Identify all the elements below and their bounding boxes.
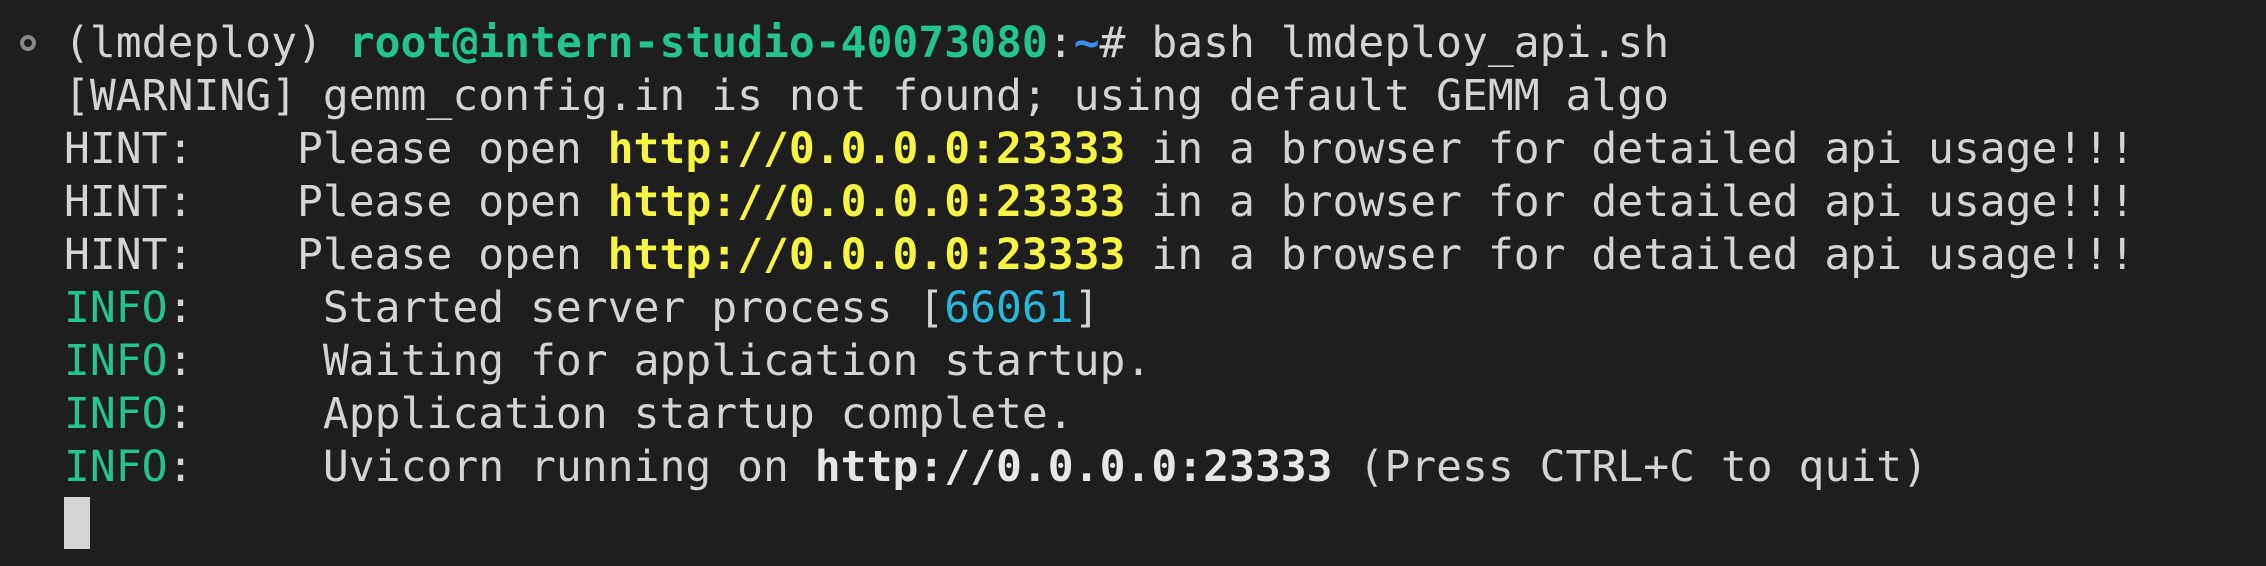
info-sep: :	[167, 283, 323, 333]
user-host: root@intern-studio-40073080	[348, 18, 1048, 68]
info-sep: :	[167, 442, 323, 492]
hint-url-link[interactable]: http://0.0.0.0:23333	[608, 124, 1126, 174]
hint-url-link[interactable]: http://0.0.0.0:23333	[608, 230, 1126, 280]
command-text: bash lmdeploy_api.sh	[1151, 18, 1670, 68]
prompt-colon: :	[1047, 18, 1074, 68]
conda-env: (lmdeploy)	[64, 18, 349, 68]
hint-line: HINT: Please open http://0.0.0.0:23333 i…	[64, 229, 2135, 282]
info-text-after: (Press CTRL+C to quit)	[1332, 442, 1928, 492]
info-label: INFO	[64, 442, 168, 492]
hint-url-link[interactable]: http://0.0.0.0:23333	[608, 177, 1126, 227]
info-line: INFO: Uvicorn running on http://0.0.0.0:…	[64, 441, 1928, 494]
prompt-symbol: #	[1099, 18, 1152, 68]
hint-line: HINT: Please open http://0.0.0.0:23333 i…	[64, 176, 2135, 229]
terminal-output[interactable]: (lmdeploy) root@intern-studio-40073080:~…	[0, 0, 2266, 566]
info-text: Started server process [	[322, 283, 945, 333]
hint-text-after: in a browser for detailed api usage!!!	[1125, 177, 2136, 227]
terminal-cursor[interactable]	[64, 497, 90, 549]
info-line: INFO: Started server process [66061]	[64, 282, 1100, 335]
current-path: ~	[1073, 18, 1100, 68]
info-label: INFO	[64, 389, 168, 439]
info-line: INFO: Application startup complete.	[64, 388, 1074, 441]
info-text: Uvicorn running on	[322, 442, 815, 492]
hint-text: Please open	[297, 230, 608, 280]
info-sep: :	[167, 389, 323, 439]
hint-text-after: in a browser for detailed api usage!!!	[1125, 124, 2136, 174]
info-text-after: ]	[1073, 283, 1100, 333]
hint-text: Please open	[297, 124, 608, 174]
info-label: INFO	[64, 336, 168, 386]
prompt-line: (lmdeploy) root@intern-studio-40073080:~…	[64, 17, 1669, 70]
hint-label: HINT:	[64, 230, 297, 280]
hint-label: HINT:	[64, 124, 297, 174]
info-line: INFO: Waiting for application startup.	[64, 335, 1151, 388]
info-sep: :	[167, 336, 323, 386]
hint-label: HINT:	[64, 177, 297, 227]
hint-text: Please open	[297, 177, 608, 227]
info-label: INFO	[64, 283, 168, 333]
hint-text-after: in a browser for detailed api usage!!!	[1125, 230, 2136, 280]
info-text: Application startup complete.	[322, 389, 1074, 439]
info-text: Waiting for application startup.	[322, 336, 1152, 386]
hint-line: HINT: Please open http://0.0.0.0:23333 i…	[64, 123, 2135, 176]
warning-line: [WARNING] gemm_config.in is not found; u…	[64, 71, 1670, 121]
process-id: 66061	[944, 283, 1074, 333]
server-url-link[interactable]: http://0.0.0.0:23333	[815, 442, 1333, 492]
command-status-circle-icon[interactable]	[20, 35, 36, 51]
